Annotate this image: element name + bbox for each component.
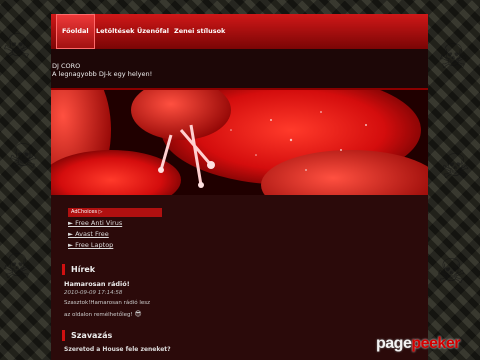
banner-image (51, 88, 428, 197)
pagepeeker-watermark: pagepeeker (376, 335, 460, 352)
section-marker (62, 264, 65, 275)
news-text-line: Szasztok!Hamarosan rádió lesz (64, 300, 151, 306)
nav-item-zenei-stilusok[interactable]: Zenei stílusok (168, 14, 231, 49)
skull-decoration-icon: ☠ (438, 37, 469, 77)
section-marker (62, 330, 65, 341)
ad-link-avast-free[interactable]: ► Avast Free (68, 230, 109, 238)
news-item-text: Szasztok!Hamarosan rádió lesz az oldalon… (64, 298, 164, 321)
nav-item-fooldal[interactable]: Főoldal (56, 14, 95, 49)
skull-decoration-icon: ☠ (8, 137, 39, 177)
news-heading: Hírek (71, 265, 96, 274)
skull-decoration-icon: ☠ (2, 247, 33, 287)
skull-decoration-icon: ☠ (436, 252, 467, 292)
skull-decoration-icon: ☠ (2, 27, 33, 67)
news-text-line: az oldalon remélhetőleg! 😎 (64, 310, 142, 318)
skull-decoration-icon: ☠ (440, 147, 471, 187)
site-subtitle: A legnagyobb DJ-k egy helyen! (52, 70, 153, 78)
news-item-title[interactable]: Hamarosan rádió! (64, 280, 130, 288)
poll-heading: Szavazás (71, 331, 113, 340)
ad-link-free-anti-virus[interactable]: ► Free Anti Virus (68, 219, 122, 227)
sunglasses-emoji-icon: 😎 (134, 310, 142, 318)
ad-link-free-laptop[interactable]: ► Free Laptop (68, 241, 113, 249)
site-title: DJ CORO (52, 62, 81, 70)
news-item-date: 2010-09-09 17:14:58 (64, 290, 123, 296)
adchoices-label[interactable]: AdChoices ▷ (68, 208, 162, 217)
top-navigation: Főoldal Letöltések Üzenőfal Zenei stílus… (51, 14, 428, 49)
poll-question: Szeretod a House fele zeneket? (64, 346, 171, 353)
